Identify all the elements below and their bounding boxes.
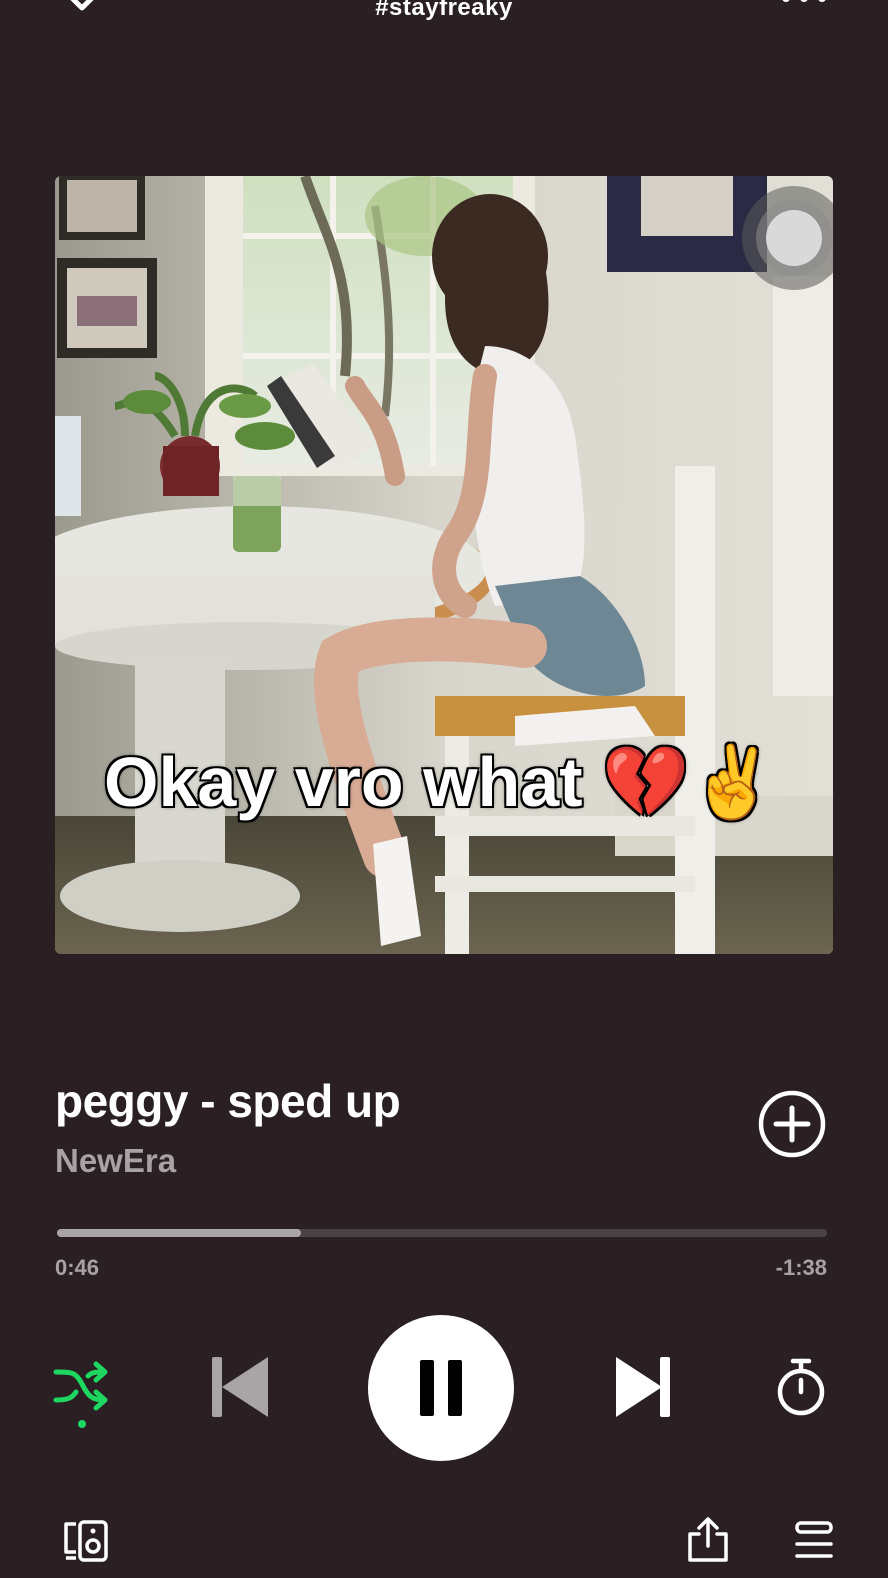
sleep-timer-icon[interactable]	[774, 1356, 828, 1418]
artist-name[interactable]: NewEra	[55, 1142, 176, 1180]
time-remaining: -1:38	[775, 1255, 827, 1280]
assistive-touch-dot	[766, 210, 822, 266]
connect-device-icon[interactable]	[62, 1518, 110, 1562]
time-elapsed: 0:46	[55, 1255, 100, 1280]
track-title[interactable]: peggy - sped up	[55, 1074, 401, 1128]
shuffle-icon[interactable]	[52, 1360, 112, 1430]
pause-icon	[420, 1360, 462, 1416]
more-horizontal-icon[interactable]	[780, 0, 828, 8]
album-artwork	[55, 176, 833, 954]
playlist-title: #stayfreaky	[375, 0, 513, 21]
artwork-image	[55, 176, 833, 954]
skip-previous-icon[interactable]	[206, 1355, 270, 1419]
progress-fill	[57, 1229, 302, 1237]
top-bar: #stayfreaky	[0, 0, 888, 40]
artwork-caption: Okay vro what 💔✌️	[104, 743, 777, 821]
share-icon[interactable]	[686, 1516, 730, 1564]
progress-slider[interactable]	[57, 1229, 827, 1237]
pause-button[interactable]	[368, 1315, 514, 1461]
queue-icon[interactable]	[794, 1520, 834, 1562]
now-playing-screen: #stayfreaky Okay vro what 💔✌️ peggy - sp…	[0, 0, 888, 1578]
plus-circle-icon[interactable]	[758, 1090, 826, 1158]
skip-next-icon[interactable]	[612, 1355, 676, 1419]
